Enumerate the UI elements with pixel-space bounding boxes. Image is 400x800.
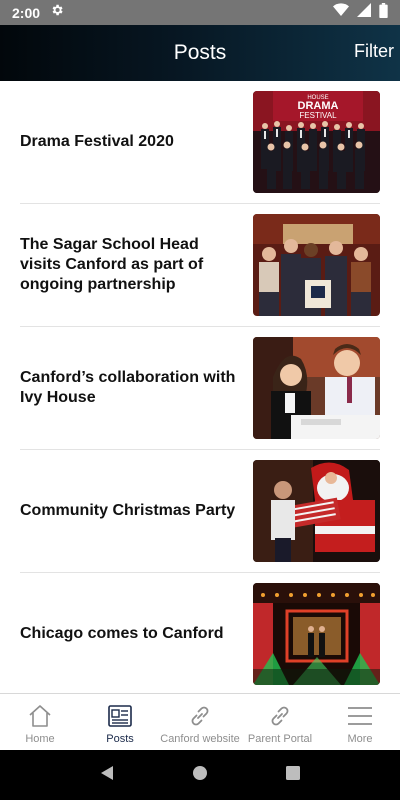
status-bar: 2:00 [0,0,400,25]
link-icon [191,706,209,726]
wifi-icon [333,3,349,22]
status-time: 2:00 [12,4,41,21]
drama-festival-photo: HOUSE DRAMA FESTIVAL [253,91,380,193]
app-header: Posts Filter [0,25,400,81]
post-item[interactable]: Chicago comes to Canford [20,573,380,693]
post-title: The Sagar School Head visits Canford as … [20,236,204,293]
post-item[interactable]: Canford’s collaboration with Ivy House [20,327,380,450]
santa-photo [253,460,380,562]
nav-label-more: More [347,733,373,745]
nav-label-home: Home [25,733,55,745]
nav-item-canford-website[interactable]: Canford website [160,694,240,750]
settings-icon [50,3,64,22]
school-visit-photo [253,214,380,316]
nav-label-parent-portal: Parent Portal [247,733,313,745]
link-icon [271,706,289,726]
recents-icon[interactable] [285,765,301,786]
page-title: Posts [173,41,227,64]
stage-show-photo-art [253,583,380,685]
home-button-icon[interactable] [192,765,208,786]
post-item[interactable]: Community Christmas Party [20,450,380,573]
battery-icon [379,2,388,23]
signal-icon [357,3,371,22]
home-icon [29,705,51,727]
drama-festival-photo-art: HOUSE DRAMA FESTIVAL [253,91,380,193]
nav-item-home[interactable]: Home [0,694,80,750]
bottom-nav: Home Posts Canford website Parent Portal… [0,693,400,750]
post-title: Canford’s collaboration with Ivy House [20,369,236,406]
stage-show-photo [253,583,380,685]
nav-label-canford-website: Canford website [160,733,240,745]
post-item[interactable]: Drama Festival 2020 HOUSE DRAMA FESTIVAL [20,81,380,204]
nav-item-more[interactable]: More [320,694,400,750]
system-nav-bar [0,750,400,800]
post-item[interactable]: The Sagar School Head visits Canford as … [20,204,380,327]
school-visit-photo-art [253,214,380,316]
post-title: Community Christmas Party [20,502,236,519]
classroom-photo-art [253,337,380,439]
nav-item-parent-portal[interactable]: Parent Portal [240,694,320,750]
menu-icon [348,707,372,725]
santa-photo-art [253,460,380,562]
classroom-photo [253,337,380,439]
banner-line-3: FESTIVAL [299,111,337,120]
nav-item-posts[interactable]: Posts [80,694,160,750]
post-title: Drama Festival 2020 [20,133,174,150]
post-title: Chicago comes to Canford [20,625,224,642]
posts-list[interactable]: Drama Festival 2020 HOUSE DRAMA FESTIVAL [0,81,400,693]
nav-label-posts: Posts [106,733,134,745]
newspaper-icon [108,705,132,727]
back-icon[interactable] [99,765,115,786]
filter-button[interactable]: Filter [354,41,394,62]
